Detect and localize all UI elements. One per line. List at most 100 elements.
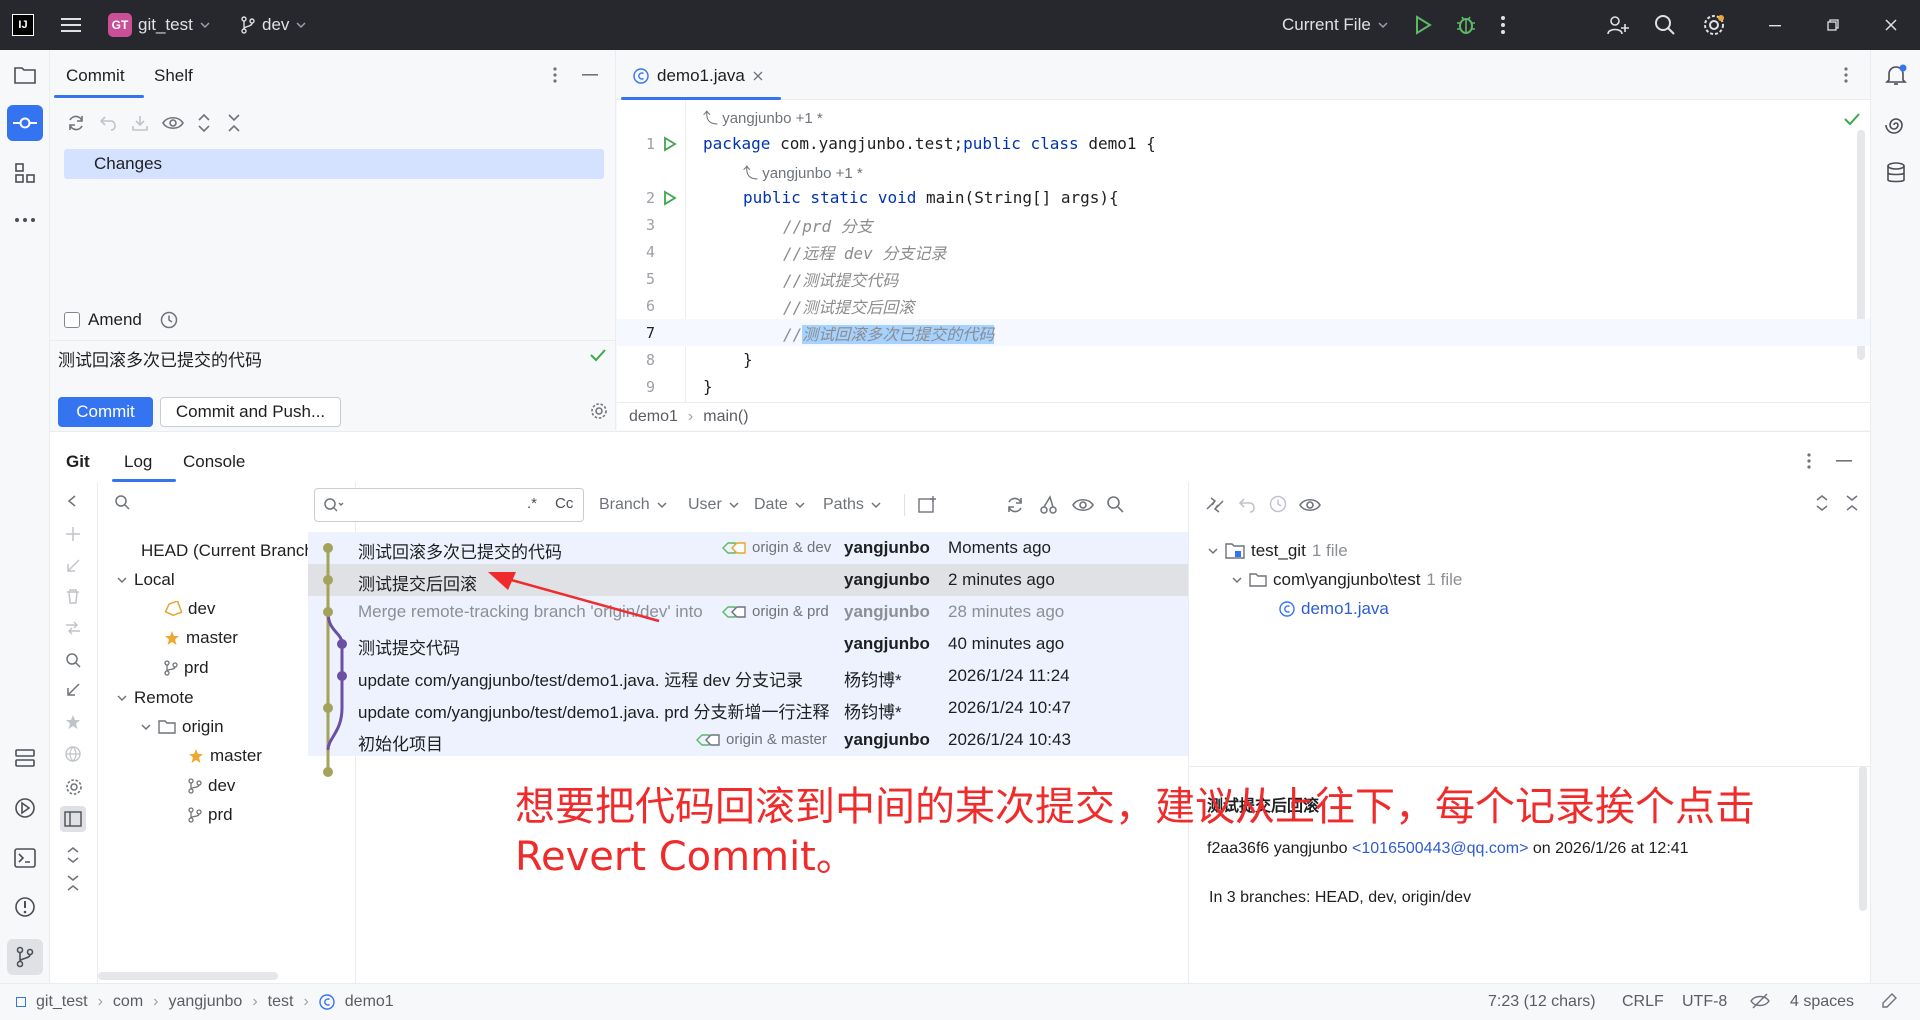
- run-tool-button[interactable]: [7, 790, 43, 826]
- line-separator[interactable]: CRLF: [1622, 993, 1664, 1011]
- commit-row-7[interactable]: 初始化项目 origin & master yangjunbo 2026/1/2…: [308, 724, 1188, 756]
- structure-tool-button[interactable]: [7, 155, 43, 191]
- code-line-7-current[interactable]: 7 //测试回滚多次已提交的代码: [617, 319, 1870, 346]
- crumb-file[interactable]: demo1: [345, 993, 394, 1011]
- notifications-button[interactable]: [1878, 57, 1914, 93]
- run-gutter-icon[interactable]: [663, 190, 677, 206]
- more-actions-button[interactable]: [1500, 0, 1506, 50]
- regex-toggle[interactable]: .*: [527, 495, 537, 512]
- expand-details-button[interactable]: [1815, 494, 1829, 512]
- more-tools-button[interactable]: [7, 202, 43, 238]
- branch-local-dev[interactable]: dev: [164, 599, 215, 619]
- history-button[interactable]: [1269, 495, 1287, 513]
- app-logo[interactable]: IJ: [12, 0, 34, 50]
- hide-git-panel-button[interactable]: [1836, 460, 1852, 463]
- new-branch-button[interactable]: [65, 526, 81, 542]
- hide-panel-button[interactable]: [582, 74, 598, 77]
- editor-options-button[interactable]: [1843, 66, 1849, 84]
- branch-hscrollbar[interactable]: [98, 972, 278, 980]
- close-window-button[interactable]: [1884, 0, 1898, 50]
- commit-history-button[interactable]: [160, 311, 178, 329]
- author-hint[interactable]: ⤴ yangjunbo +1 *: [703, 107, 823, 128]
- project-selector[interactable]: GT git_test: [108, 0, 211, 50]
- collapse-branches-button[interactable]: [66, 494, 78, 508]
- commit-and-push-button[interactable]: Commit and Push...: [160, 397, 341, 427]
- refresh-button[interactable]: [66, 113, 86, 133]
- database-button[interactable]: [1878, 155, 1914, 191]
- project-tool-button[interactable]: [7, 57, 43, 93]
- diff-button[interactable]: [1205, 495, 1225, 515]
- run-config-selector[interactable]: Current File: [1282, 0, 1389, 50]
- fetch-button[interactable]: [65, 682, 81, 698]
- caret-position[interactable]: 7:23 (12 chars): [1488, 993, 1596, 1011]
- branch-settings-button[interactable]: [65, 778, 83, 796]
- tab-console[interactable]: Console: [183, 452, 245, 472]
- search-everywhere-button[interactable]: [1654, 0, 1676, 50]
- lock-toggle[interactable]: [1880, 992, 1898, 1010]
- code-line-4[interactable]: 4 //远程 dev 分支记录: [617, 238, 1870, 265]
- amend-checkbox[interactable]: Amend: [64, 310, 142, 330]
- branch-group-remote[interactable]: Remote: [116, 688, 194, 708]
- commit-row-2-selected[interactable]: 测试提交后回滚 yangjunbo 2 minutes ago: [308, 564, 1188, 596]
- branch-group-local[interactable]: Local: [116, 570, 175, 590]
- readonly-toggle[interactable]: [1750, 992, 1770, 1010]
- editor-tab-demo1[interactable]: demo1.java: [633, 66, 763, 86]
- indent-setting[interactable]: 4 spaces: [1790, 993, 1854, 1011]
- code-line-8[interactable]: 8 }: [617, 346, 1870, 373]
- close-icon[interactable]: [753, 71, 763, 81]
- commit-button[interactable]: Commit: [58, 397, 153, 427]
- crumb-package[interactable]: test: [268, 993, 294, 1011]
- branch-remote-origin[interactable]: origin: [140, 717, 224, 737]
- changed-file[interactable]: demo1.java: [1279, 599, 1389, 619]
- code-line-9[interactable]: 9 }: [617, 373, 1870, 400]
- collapse-branches-all-button[interactable]: [66, 874, 80, 892]
- commit-tool-button[interactable]: [7, 105, 43, 141]
- branch-remote-prd[interactable]: prd: [188, 805, 233, 825]
- commit-row-1[interactable]: 测试回滚多次已提交的代码 origin & dev yangjunbo Mome…: [308, 532, 1188, 564]
- crumb-package[interactable]: yangjunbo: [168, 993, 242, 1011]
- commit-row-5[interactable]: update com/yangjunbo/test/demo1.java. 远程…: [308, 660, 1188, 692]
- panel-options-button[interactable]: [552, 66, 558, 84]
- show-details-button[interactable]: [1072, 495, 1094, 515]
- layout-toggle-button[interactable]: [60, 806, 86, 832]
- update-branch-button[interactable]: [65, 558, 81, 574]
- group-by-button[interactable]: [65, 746, 81, 762]
- breadcrumb-method[interactable]: main(): [703, 408, 748, 426]
- compare-branch-button[interactable]: [65, 620, 81, 636]
- branch-selector[interactable]: dev: [240, 0, 307, 50]
- code-line-3[interactable]: 3 //prd 分支: [617, 211, 1870, 238]
- commit-row-4[interactable]: 测试提交代码 yangjunbo 40 minutes ago: [308, 628, 1188, 660]
- code-line-5[interactable]: 5 //测试提交代码: [617, 265, 1870, 292]
- code-line-2[interactable]: 2 public static void main(String[] args)…: [617, 184, 1870, 211]
- revert-selected-button[interactable]: [1237, 495, 1257, 515]
- breadcrumb-class[interactable]: demo1: [629, 408, 678, 426]
- search-log-button[interactable]: [1106, 495, 1124, 513]
- new-tab-button[interactable]: [918, 495, 938, 513]
- search-branch-button[interactable]: [65, 652, 81, 668]
- filter-date[interactable]: Date: [754, 496, 806, 514]
- commit-row-6[interactable]: update com/yangjunbo/test/demo1.java. pr…: [308, 692, 1188, 724]
- favorite-button[interactable]: [65, 714, 81, 730]
- preview-button[interactable]: [1299, 495, 1321, 515]
- minimize-button[interactable]: [1768, 0, 1782, 50]
- problems-tool-button[interactable]: [7, 889, 43, 925]
- file-encoding[interactable]: UTF-8: [1682, 993, 1727, 1011]
- crumb-project[interactable]: git_test: [36, 993, 88, 1011]
- ai-assistant-button[interactable]: [1878, 107, 1914, 143]
- settings-button[interactable]: [1702, 0, 1726, 50]
- author-hint[interactable]: ⤴ yangjunbo +1 *: [743, 162, 863, 183]
- commit-message-input[interactable]: 测试回滚多次已提交的代码: [58, 346, 578, 371]
- branch-remote-master[interactable]: master: [188, 746, 262, 766]
- branch-search-icon[interactable]: [114, 494, 130, 510]
- branch-local-master[interactable]: master: [164, 628, 238, 648]
- debug-button[interactable]: [1455, 0, 1477, 50]
- run-gutter-icon[interactable]: [663, 136, 677, 152]
- changed-folder[interactable]: com\yangjunbo\test 1 file: [1231, 570, 1462, 590]
- run-button[interactable]: [1414, 0, 1432, 50]
- filter-user[interactable]: User: [688, 496, 740, 514]
- filter-paths[interactable]: Paths: [823, 496, 882, 514]
- filter-branch[interactable]: Branch: [599, 496, 668, 514]
- shelve-button[interactable]: [130, 113, 150, 133]
- code-line-6[interactable]: 6 //测试提交后回滚: [617, 292, 1870, 319]
- git-tool-button[interactable]: [7, 939, 43, 975]
